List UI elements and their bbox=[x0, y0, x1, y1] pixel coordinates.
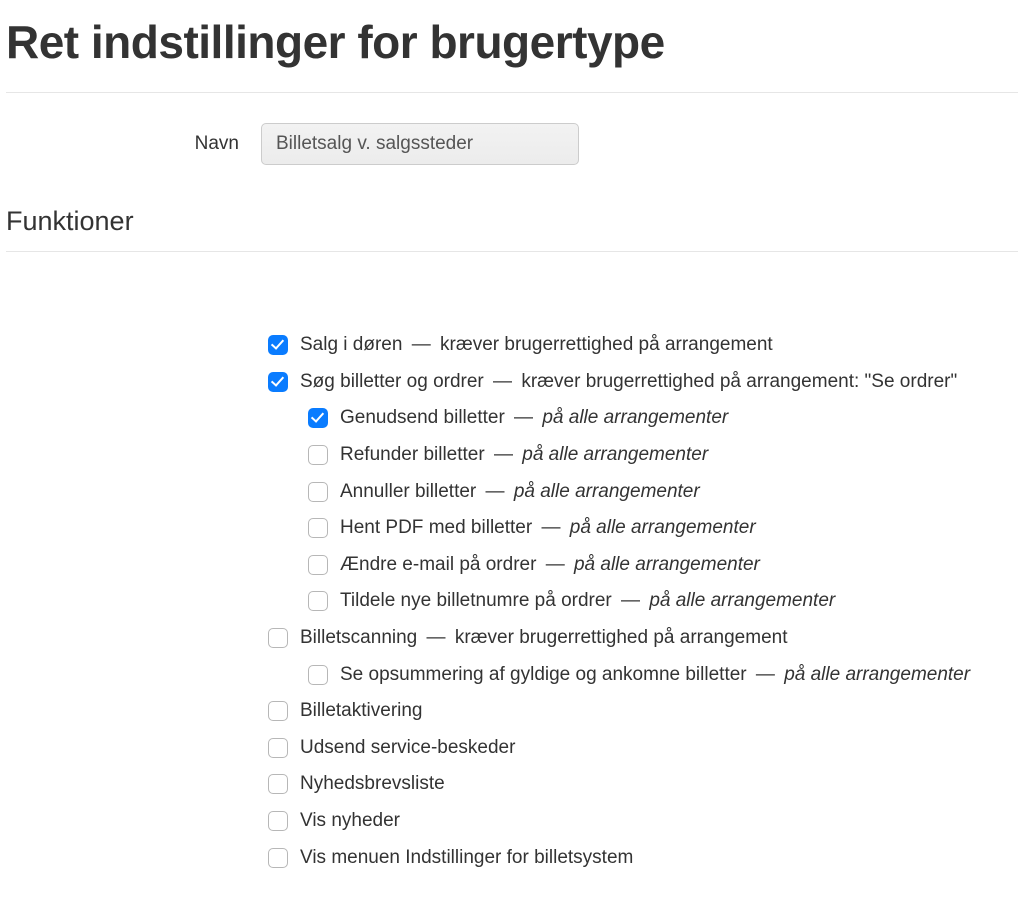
suffix-text: kræver brugerrettighed på arrangement: "… bbox=[521, 371, 957, 392]
label-show-news: Vis nyheder bbox=[300, 808, 400, 835]
label-text: Hent PDF med billetter bbox=[340, 517, 532, 538]
functions-heading: Funktioner bbox=[6, 203, 1018, 241]
dash: — bbox=[616, 590, 646, 611]
label-door-sales: Salg i døren — kræver brugerrettighed på… bbox=[300, 332, 773, 359]
checkbox-change-email[interactable] bbox=[308, 555, 328, 575]
checkbox-newsletter-list[interactable] bbox=[268, 774, 288, 794]
label-newsletter-list: Nyhedsbrevsliste bbox=[300, 771, 445, 798]
row-door-sales: Salg i døren — kræver brugerrettighed på… bbox=[268, 332, 1018, 359]
name-row: Navn bbox=[6, 123, 1018, 165]
dash: — bbox=[480, 481, 510, 502]
functions-separator bbox=[6, 251, 1018, 252]
row-cancel-tickets: Annuller billetter — på alle arrangement… bbox=[308, 479, 1018, 506]
row-newsletter-list: Nyhedsbrevsliste bbox=[268, 771, 1018, 798]
row-summary-valid: Se opsummering af gyldige og ankomne bil… bbox=[308, 662, 1018, 689]
label-text: Salg i døren bbox=[300, 334, 402, 355]
label-refund-tickets: Refunder billetter — på alle arrangement… bbox=[340, 442, 708, 469]
label-ticket-scanning: Billetscanning — kræver brugerrettighed … bbox=[300, 625, 788, 652]
label-resend-tickets: Genudsend billetter — på alle arrangemen… bbox=[340, 405, 728, 432]
label-text: Annuller billetter bbox=[340, 481, 476, 502]
checkbox-refund-tickets[interactable] bbox=[308, 445, 328, 465]
row-assign-numbers: Tildele nye billetnumre på ordrer — på a… bbox=[308, 588, 1018, 615]
label-show-settings-menu: Vis menuen Indstillinger for billetsyste… bbox=[300, 845, 633, 872]
dash: — bbox=[751, 664, 781, 685]
checkbox-ticket-activation[interactable] bbox=[268, 701, 288, 721]
row-ticket-activation: Billetaktivering bbox=[268, 698, 1018, 725]
label-text: Se opsummering af gyldige og ankomne bil… bbox=[340, 664, 747, 685]
row-refund-tickets: Refunder billetter — på alle arrangement… bbox=[308, 442, 1018, 469]
dash: — bbox=[488, 371, 518, 392]
dash: — bbox=[540, 554, 570, 575]
row-download-pdf: Hent PDF med billetter — på alle arrange… bbox=[308, 515, 1018, 542]
dash: — bbox=[421, 627, 451, 648]
label-text: Billetscanning bbox=[300, 627, 417, 648]
checkbox-resend-tickets[interactable] bbox=[308, 408, 328, 428]
checkbox-show-settings-menu[interactable] bbox=[268, 848, 288, 868]
row-service-messages: Udsend service-beskeder bbox=[268, 735, 1018, 762]
dash: — bbox=[406, 334, 436, 355]
checkbox-service-messages[interactable] bbox=[268, 738, 288, 758]
label-text: Ændre e-mail på ordrer bbox=[340, 554, 536, 575]
label-change-email: Ændre e-mail på ordrer — på alle arrange… bbox=[340, 552, 760, 579]
checkbox-download-pdf[interactable] bbox=[308, 518, 328, 538]
suffix-text: kræver brugerrettighed på arrangement bbox=[440, 334, 773, 355]
suffix-text: på alle arrangementer bbox=[542, 407, 728, 428]
row-resend-tickets: Genudsend billetter — på alle arrangemen… bbox=[308, 405, 1018, 432]
suffix-text: på alle arrangementer bbox=[514, 481, 700, 502]
label-assign-numbers: Tildele nye billetnumre på ordrer — på a… bbox=[340, 588, 835, 615]
label-text: Tildele nye billetnumre på ordrer bbox=[340, 590, 612, 611]
page-title: Ret indstillinger for brugertype bbox=[6, 10, 1018, 74]
checkbox-cancel-tickets[interactable] bbox=[308, 482, 328, 502]
dash: — bbox=[509, 407, 539, 428]
checkbox-door-sales[interactable] bbox=[268, 335, 288, 355]
row-show-settings-menu: Vis menuen Indstillinger for billetsyste… bbox=[268, 845, 1018, 872]
label-ticket-activation: Billetaktivering bbox=[300, 698, 423, 725]
row-ticket-scanning: Billetscanning — kræver brugerrettighed … bbox=[268, 625, 1018, 652]
label-service-messages: Udsend service-beskeder bbox=[300, 735, 515, 762]
checkbox-assign-numbers[interactable] bbox=[308, 591, 328, 611]
label-cancel-tickets: Annuller billetter — på alle arrangement… bbox=[340, 479, 700, 506]
dash: — bbox=[536, 517, 566, 538]
suffix-text: på alle arrangementer bbox=[570, 517, 756, 538]
label-summary-valid: Se opsummering af gyldige og ankomne bil… bbox=[340, 662, 970, 689]
suffix-text: på alle arrangementer bbox=[522, 444, 708, 465]
checkbox-summary-valid[interactable] bbox=[308, 665, 328, 685]
suffix-text: på alle arrangementer bbox=[574, 554, 760, 575]
title-separator bbox=[6, 92, 1018, 93]
name-input[interactable] bbox=[261, 123, 579, 165]
label-text: Refunder billetter bbox=[340, 444, 485, 465]
suffix-text: kræver brugerrettighed på arrangement bbox=[455, 627, 788, 648]
row-change-email: Ændre e-mail på ordrer — på alle arrange… bbox=[308, 552, 1018, 579]
checkbox-show-news[interactable] bbox=[268, 811, 288, 831]
label-search-orders: Søg billetter og ordrer — kræver brugerr… bbox=[300, 369, 957, 396]
label-download-pdf: Hent PDF med billetter — på alle arrange… bbox=[340, 515, 756, 542]
row-search-orders: Søg billetter og ordrer — kræver brugerr… bbox=[268, 369, 1018, 396]
checkbox-ticket-scanning[interactable] bbox=[268, 628, 288, 648]
suffix-text: på alle arrangementer bbox=[649, 590, 835, 611]
suffix-text: på alle arrangementer bbox=[784, 664, 970, 685]
label-text: Genudsend billetter bbox=[340, 407, 505, 428]
label-text: Søg billetter og ordrer bbox=[300, 371, 484, 392]
name-label: Navn bbox=[6, 131, 261, 158]
functions-list: Salg i døren — kræver brugerrettighed på… bbox=[6, 282, 1018, 871]
checkbox-search-orders[interactable] bbox=[268, 372, 288, 392]
row-show-news: Vis nyheder bbox=[268, 808, 1018, 835]
dash: — bbox=[489, 444, 519, 465]
